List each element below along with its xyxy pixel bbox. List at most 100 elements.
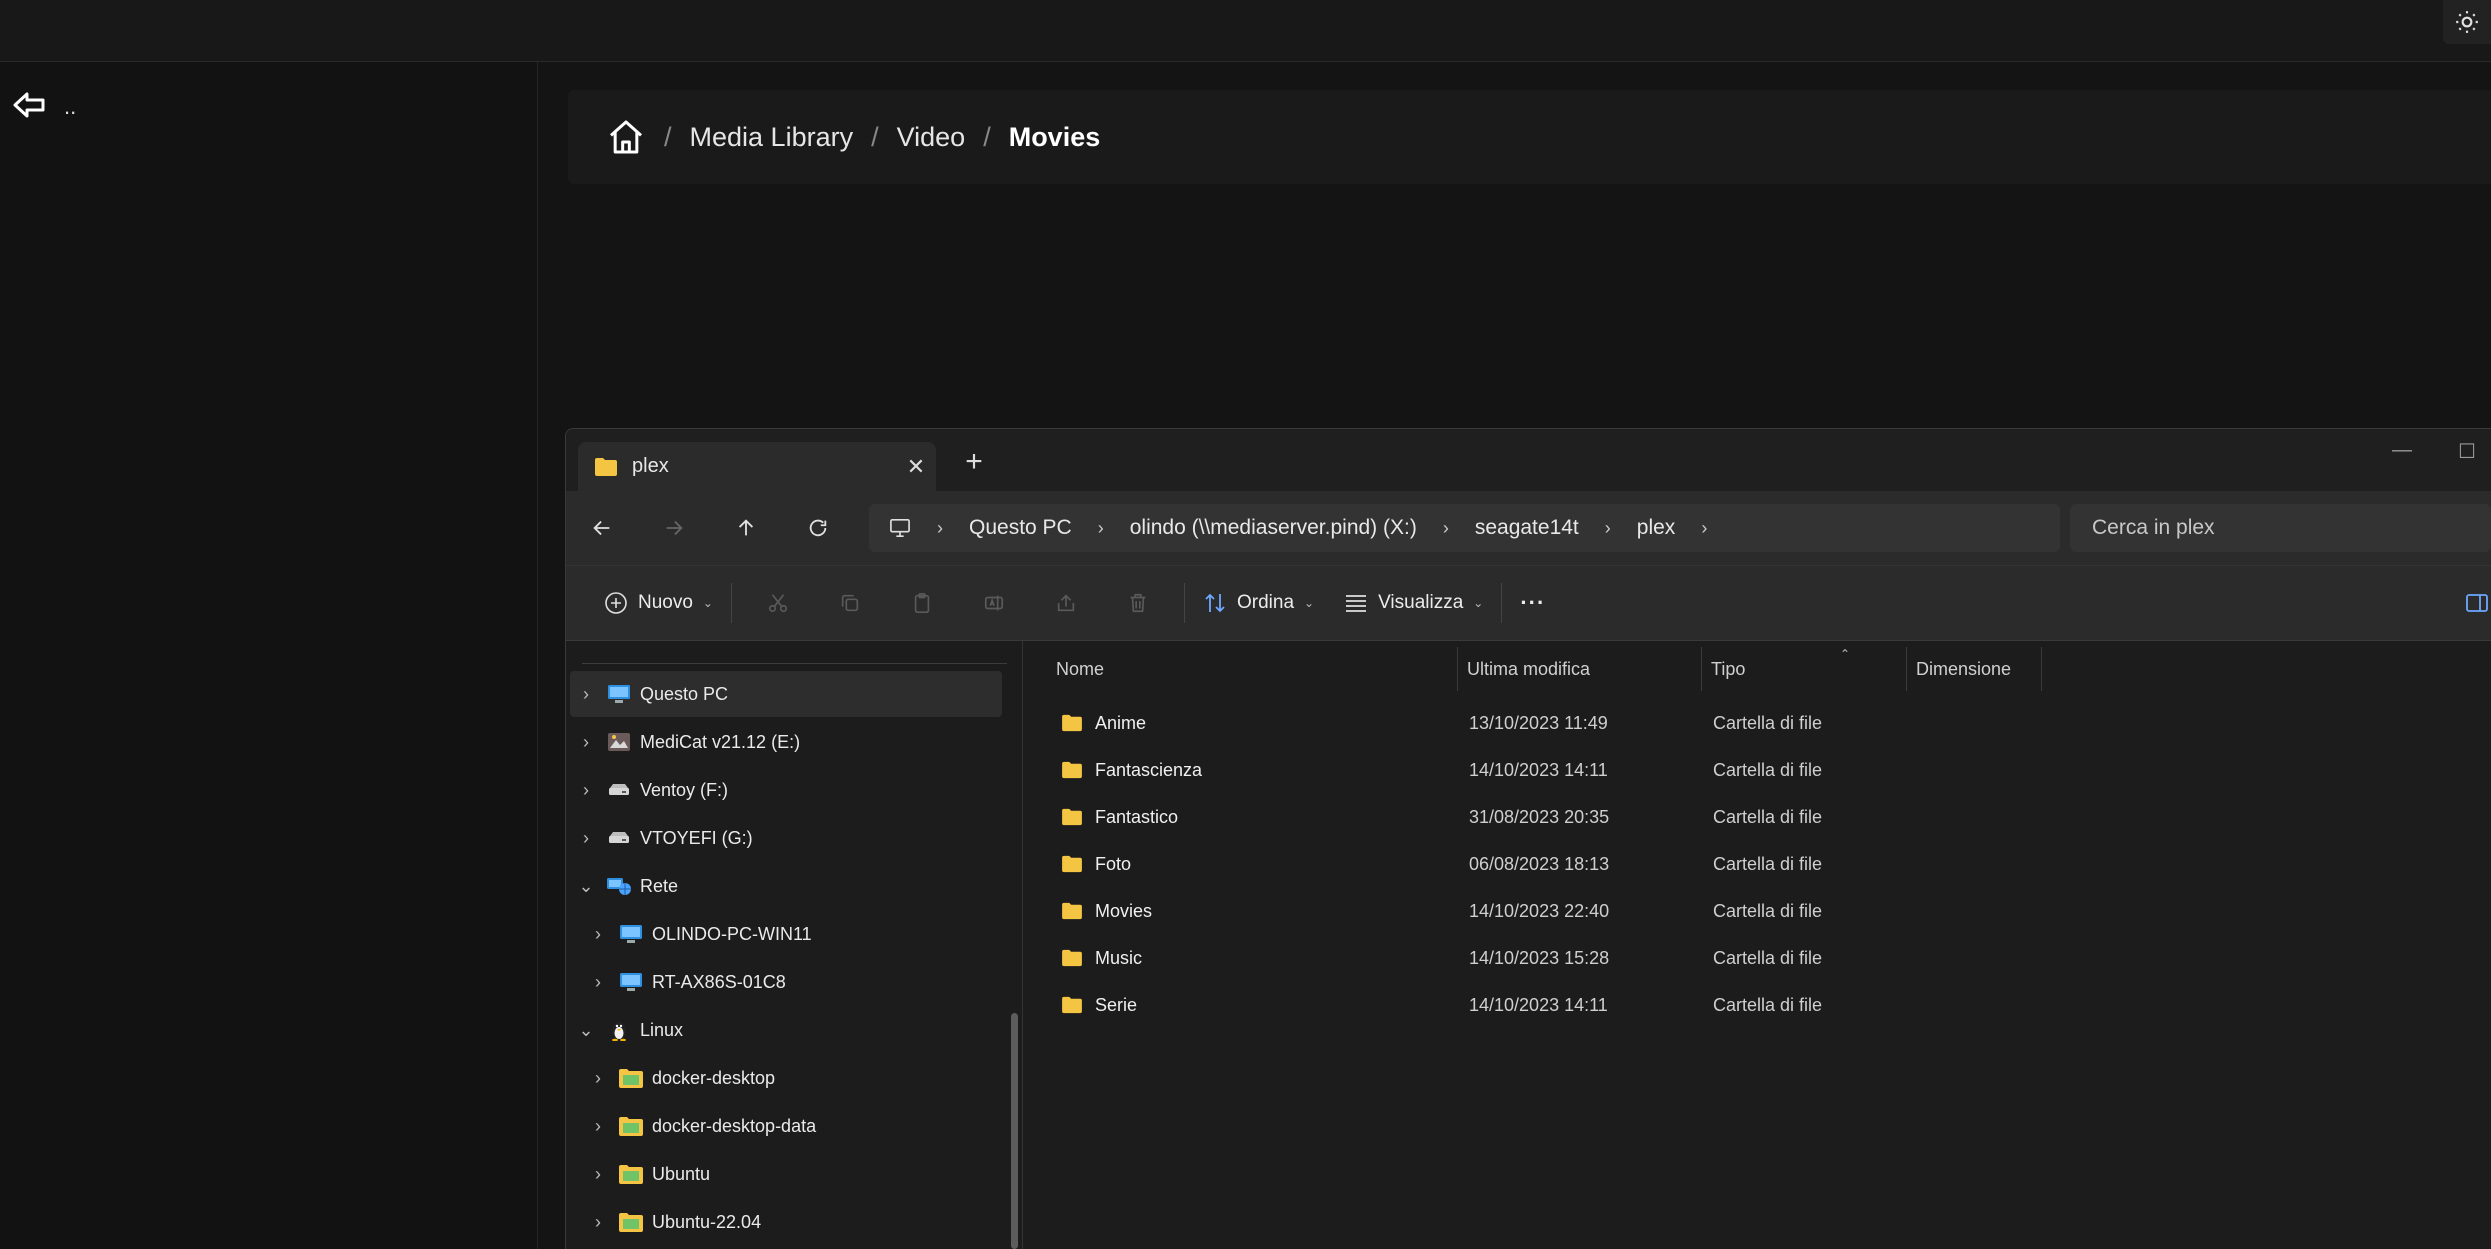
- breadcrumb-item-media-library[interactable]: Media Library: [690, 122, 854, 153]
- parent-directory-link[interactable]: ..: [12, 90, 76, 120]
- up-button[interactable]: [710, 491, 782, 565]
- address-segment[interactable]: seagate14t: [1475, 516, 1579, 540]
- folder-icon: [1062, 949, 1082, 967]
- column-header-size[interactable]: Dimensione: [1906, 647, 2041, 691]
- chevron-right-icon[interactable]: ›: [582, 1116, 614, 1137]
- file-type: Cartella di file: [1713, 712, 1823, 733]
- tree-item[interactable]: › Ventoy (F:): [570, 767, 1002, 813]
- view-button[interactable]: Visualizza ⌄: [1336, 579, 1491, 627]
- refresh-button[interactable]: [782, 491, 854, 565]
- file-type: Cartella di file: [1713, 900, 1823, 921]
- folder-icon: [1062, 761, 1082, 779]
- file-name: Fantascienza: [1095, 759, 1203, 780]
- sort-button[interactable]: Ordina ⌄: [1195, 579, 1322, 627]
- chevron-right-icon[interactable]: ›: [570, 732, 602, 753]
- navpane-scrollbar[interactable]: [1011, 1013, 1018, 1249]
- tree-item[interactable]: › VTOYEFI (G:): [570, 815, 1002, 861]
- chevron-right-icon[interactable]: ›: [937, 518, 943, 539]
- file-name-cell: Fantastico: [1061, 807, 1178, 828]
- new-button[interactable]: Nuovo ⌄: [596, 579, 721, 627]
- tree-item[interactable]: › MediCat v21.12 (E:): [570, 719, 1002, 765]
- rename-button[interactable]: [958, 579, 1030, 627]
- tree-item[interactable]: › OLINDO-PC-WIN11: [570, 911, 1002, 957]
- file-name-cell: Anime: [1061, 713, 1146, 734]
- chevron-right-icon[interactable]: ›: [570, 684, 602, 705]
- share-button[interactable]: [1030, 579, 1102, 627]
- chevron-down-icon[interactable]: ⌄: [570, 1020, 602, 1041]
- sort-button-label: Ordina: [1236, 592, 1295, 613]
- folder-icon: [1062, 855, 1082, 873]
- tree-item-label: OLINDO-PC-WIN11: [652, 923, 812, 944]
- minimize-icon[interactable]: —: [2392, 439, 2412, 462]
- copy-button[interactable]: [814, 579, 886, 627]
- toolbar-divider: [1183, 583, 1185, 623]
- chevron-right-icon[interactable]: ›: [1098, 518, 1104, 539]
- tree-item[interactable]: › Questo PC: [570, 671, 1002, 717]
- column-divider[interactable]: [2041, 647, 2042, 691]
- folder-icon: [1062, 714, 1082, 732]
- pc-icon: [606, 683, 632, 705]
- column-header-name[interactable]: Nome: [1046, 647, 1319, 691]
- tree-item[interactable]: › Ubuntu: [570, 1151, 1002, 1197]
- chevron-right-icon[interactable]: ›: [570, 828, 602, 849]
- cut-button[interactable]: [742, 579, 814, 627]
- file-row[interactable]: Fantascienza 14/10/2023 14:11 Cartella di …: [1033, 747, 2483, 793]
- details-pane-button[interactable]: De: [2457, 579, 2491, 627]
- tree-item[interactable]: › Ubuntu-22.04: [570, 1199, 1002, 1245]
- column-header-modified[interactable]: Ultima modifica: [1457, 647, 1692, 691]
- chevron-down-icon: ⌄: [1473, 596, 1484, 610]
- file-row[interactable]: Fantastico 31/08/2023 20:35 Cartella di fi…: [1033, 794, 2483, 840]
- delete-button[interactable]: [1102, 579, 1174, 627]
- close-tab-icon[interactable]: ✕: [896, 454, 936, 480]
- file-name-cell: Foto: [1061, 854, 1131, 875]
- navigation-pane: › Questo PC › MediCat v21.12 (E:) › Ventoy (F…: [566, 641, 1023, 1249]
- tab-title: plex: [632, 455, 669, 477]
- chevron-right-icon[interactable]: ›: [570, 780, 602, 801]
- tree-item[interactable]: › RT-AX86S-01C8: [570, 959, 1002, 1005]
- address-bar[interactable]: › Questo PC › olindo (\\mediaserver.pind…: [869, 504, 2060, 552]
- address-segment[interactable]: Questo PC: [969, 516, 1072, 540]
- back-button[interactable]: [566, 491, 638, 565]
- file-name: Music: [1095, 947, 1143, 968]
- maximize-icon[interactable]: ☐: [2458, 439, 2476, 464]
- tree-item[interactable]: ⌄ Linux: [570, 1007, 1002, 1053]
- column-header-type[interactable]: Tipo: [1701, 647, 1901, 691]
- paste-button[interactable]: [886, 579, 958, 627]
- home-icon[interactable]: [606, 117, 646, 157]
- chevron-right-icon[interactable]: ›: [582, 1164, 614, 1185]
- toolbar-divider: [1501, 583, 1503, 623]
- chevron-right-icon[interactable]: ›: [1605, 518, 1611, 539]
- address-segment[interactable]: olindo (\\mediaserver.pind) (X:): [1130, 516, 1417, 540]
- file-row[interactable]: Serie 14/10/2023 14:11 Cartella di file: [1033, 982, 2483, 1028]
- file-row[interactable]: Foto 06/08/2023 18:13 Cartella di file: [1033, 841, 2483, 887]
- breadcrumb-item-video[interactable]: Video: [897, 122, 966, 153]
- chevron-right-icon[interactable]: ›: [1443, 518, 1449, 539]
- file-name: Serie: [1095, 994, 1138, 1015]
- chevron-down-icon[interactable]: ⌄: [570, 876, 602, 897]
- chevron-right-icon[interactable]: ›: [582, 972, 614, 993]
- arrow-right-icon: [666, 520, 683, 536]
- file-row[interactable]: Anime 13/10/2023 11:49 Cartella di file: [1033, 700, 2483, 746]
- file-modified: 14/10/2023 14:11: [1469, 759, 1608, 780]
- explorer-tab-plex[interactable]: plex ✕: [578, 442, 936, 491]
- file-row[interactable]: Movies 14/10/2023 22:40 Cartella di file: [1033, 888, 2483, 934]
- tree-item[interactable]: ⌄ Rete: [570, 863, 1002, 909]
- tree-item-label: Questo PC: [640, 683, 729, 704]
- address-segment[interactable]: plex: [1637, 516, 1676, 540]
- search-input[interactable]: Cerca in plex: [2070, 504, 2491, 552]
- forward-button[interactable]: [638, 491, 710, 565]
- file-row[interactable]: Music 14/10/2023 15:28 Cartella di file: [1033, 935, 2483, 981]
- tree-item-label: Ventoy (F:): [640, 779, 729, 800]
- tree-item[interactable]: › docker-desktop-data: [570, 1103, 1002, 1149]
- chevron-right-icon[interactable]: ›: [582, 1212, 614, 1233]
- chevron-right-icon[interactable]: ›: [1701, 518, 1707, 539]
- navpane-divider: [582, 663, 1007, 664]
- chevron-right-icon[interactable]: ›: [582, 1068, 614, 1089]
- command-bar: Nuovo ⌄ Ordina ⌄ Visualizza ⌄ ···: [566, 565, 2491, 641]
- usb-drive-icon: [606, 779, 632, 801]
- theme-toggle-button[interactable]: [2443, 0, 2491, 44]
- chevron-right-icon[interactable]: ›: [582, 924, 614, 945]
- more-options-icon[interactable]: ···: [1512, 579, 1553, 627]
- tree-item[interactable]: › docker-desktop: [570, 1055, 1002, 1101]
- new-tab-button[interactable]: +: [954, 443, 994, 483]
